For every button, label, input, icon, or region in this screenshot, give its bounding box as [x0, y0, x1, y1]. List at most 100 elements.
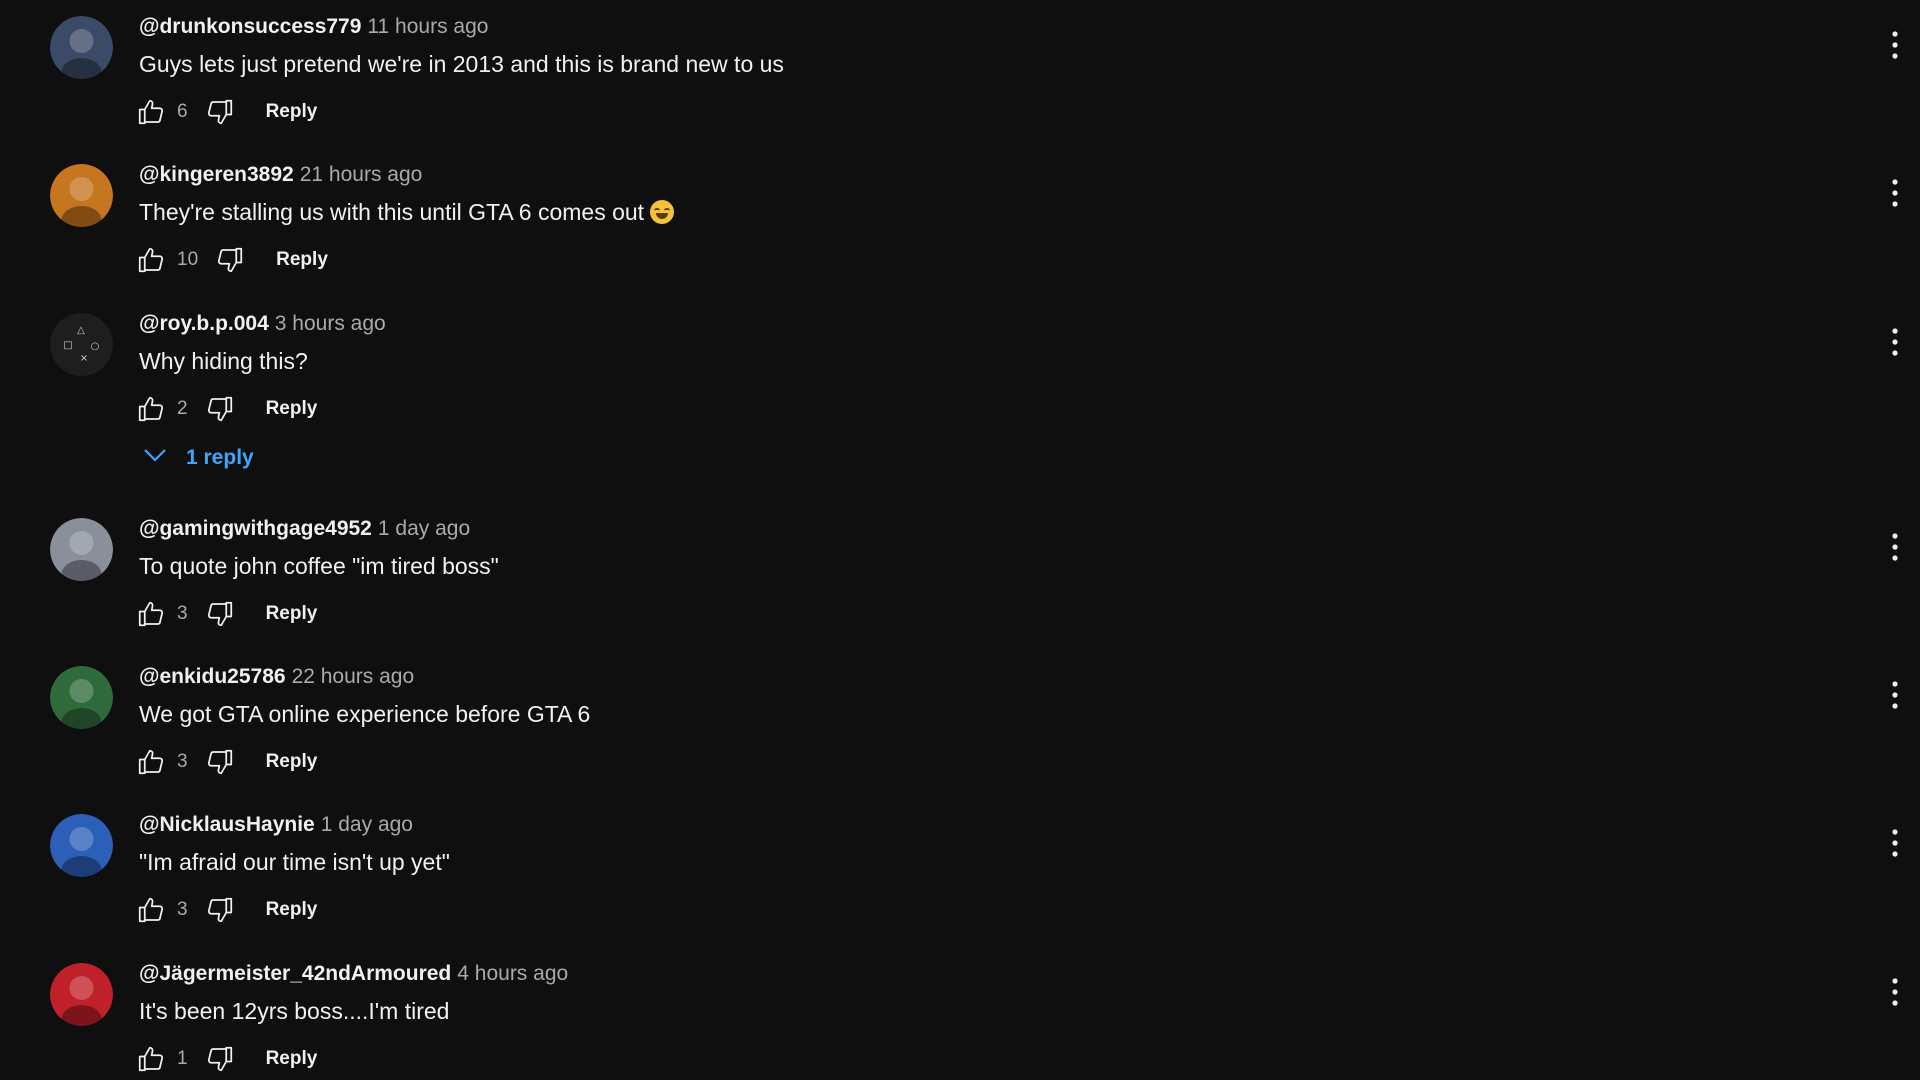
comment-author[interactable]: @kingeren3892 — [139, 163, 294, 186]
more-vertical-icon[interactable] — [1880, 22, 1910, 68]
comment-text-content: "Im afraid our time isn't up yet" — [139, 849, 450, 875]
avatar[interactable] — [50, 16, 113, 79]
comment-author[interactable]: @gamingwithgage4952 — [139, 517, 372, 540]
comment-text: It's been 12yrs boss....I'm tired — [139, 997, 449, 1025]
comments-list: @drunkonsuccess779 11 hours ago Guys lets … — [0, 0, 1920, 1080]
comment-toolbar: 1 Reply — [133, 1042, 317, 1076]
reply-button[interactable]: Reply — [266, 398, 318, 420]
thumbs-down-icon[interactable] — [202, 1042, 238, 1076]
avatar[interactable] — [50, 814, 113, 877]
like-count: 2 — [177, 398, 188, 419]
comment-header: @kingeren3892 21 hours ago — [139, 162, 422, 188]
reply-button[interactable]: Reply — [276, 249, 328, 271]
like-count: 10 — [177, 249, 199, 270]
reply-button[interactable]: Reply — [266, 603, 318, 625]
thumbs-up-icon[interactable] — [133, 893, 169, 927]
comment-timestamp[interactable]: 4 hours ago — [457, 962, 568, 985]
more-vertical-icon[interactable] — [1880, 319, 1910, 365]
comment-author[interactable]: @enkidu25786 — [139, 665, 286, 688]
like-count: 3 — [177, 899, 188, 920]
like-count: 3 — [177, 751, 188, 772]
comment-toolbar: 3 Reply — [133, 597, 317, 631]
comment-toolbar: 6 Reply — [133, 95, 317, 129]
avatar[interactable] — [50, 164, 113, 227]
comment-item: @drunkonsuccess779 11 hours ago Guys lets … — [0, 0, 1920, 140]
reply-button[interactable]: Reply — [266, 751, 318, 773]
comment-author[interactable]: @drunkonsuccess779 — [139, 15, 361, 38]
comment-header: @Jägermeister_42ndArmoured 4 hours ago — [139, 961, 568, 987]
comment-text-content: Why hiding this? — [139, 348, 308, 374]
reply-button[interactable]: Reply — [266, 101, 318, 123]
comment-timestamp[interactable]: 22 hours ago — [292, 665, 415, 688]
comment-text: To quote john coffee "im tired boss" — [139, 552, 499, 580]
comment-timestamp[interactable]: 1 day ago — [321, 813, 413, 836]
more-vertical-icon[interactable] — [1880, 820, 1910, 866]
comment-timestamp[interactable]: 21 hours ago — [300, 163, 423, 186]
comment-text-content: They're stalling us with this until GTA … — [139, 199, 645, 225]
thumbs-down-icon[interactable] — [202, 893, 238, 927]
like-count: 6 — [177, 101, 188, 122]
comment-author[interactable]: @NicklausHaynie — [139, 813, 315, 836]
comment-header: @gamingwithgage4952 1 day ago — [139, 516, 470, 542]
comment-item: @kingeren3892 21 hours ago They're stallin… — [0, 148, 1920, 288]
like-count: 1 — [177, 1048, 188, 1069]
avatar[interactable] — [50, 963, 113, 1026]
svg-text:□: □ — [63, 340, 72, 351]
chevron-down-icon — [142, 445, 186, 471]
comment-text-content: Guys lets just pretend we're in 2013 and… — [139, 51, 784, 77]
laughing-emoji-icon — [650, 200, 675, 224]
svg-text:△: △ — [77, 325, 85, 336]
comment-author[interactable]: @roy.b.p.004 — [139, 312, 269, 335]
thumbs-up-icon[interactable] — [133, 1042, 169, 1076]
thumbs-down-icon[interactable] — [202, 745, 238, 779]
reply-button[interactable]: Reply — [266, 899, 318, 921]
thumbs-up-icon[interactable] — [133, 243, 169, 277]
avatar[interactable] — [50, 666, 113, 729]
comment-text-content: To quote john coffee "im tired boss" — [139, 553, 499, 579]
comment-item: △ □ ○ × @roy.b.p.004 3 hours ago Why hiding th… — [0, 297, 1920, 437]
comment-item: @Jägermeister_42ndArmoured 4 hours ago It'… — [0, 947, 1920, 1080]
svg-text:○: ○ — [91, 341, 100, 352]
comment-timestamp[interactable]: 1 day ago — [378, 517, 470, 540]
thumbs-up-icon[interactable] — [133, 392, 169, 426]
comment-toolbar: 3 Reply — [133, 893, 317, 927]
more-vertical-icon[interactable] — [1880, 524, 1910, 570]
thumbs-down-icon[interactable] — [202, 597, 238, 631]
comment-timestamp[interactable]: 11 hours ago — [367, 15, 488, 38]
comment-toolbar: 3 Reply — [133, 745, 317, 779]
more-vertical-icon[interactable] — [1880, 170, 1910, 216]
thumbs-up-icon[interactable] — [133, 597, 169, 631]
comment-header: @drunkonsuccess779 11 hours ago — [139, 14, 488, 40]
comment-text: "Im afraid our time isn't up yet" — [139, 848, 450, 876]
more-vertical-icon[interactable] — [1880, 672, 1910, 718]
comment-text: We got GTA online experience before GTA … — [139, 700, 590, 728]
more-vertical-icon[interactable] — [1880, 969, 1910, 1015]
comment-toolbar: 2 Reply — [133, 392, 317, 426]
like-count: 3 — [177, 603, 188, 624]
reply-button[interactable]: Reply — [266, 1048, 318, 1070]
comment-item: @enkidu25786 22 hours ago We got GTA onlin… — [0, 650, 1920, 790]
thumbs-down-icon[interactable] — [212, 243, 248, 277]
svg-text:×: × — [80, 353, 88, 364]
comment-header: @NicklausHaynie 1 day ago — [139, 812, 413, 838]
comment-toolbar: 10 Reply — [133, 243, 328, 277]
avatar[interactable]: △ □ ○ × — [50, 313, 113, 376]
comment-text: They're stalling us with this until GTA … — [139, 198, 675, 226]
comment-timestamp[interactable]: 3 hours ago — [275, 312, 386, 335]
thumbs-up-icon[interactable] — [133, 95, 169, 129]
comment-item: @NicklausHaynie 1 day ago "Im afraid our t… — [0, 798, 1920, 938]
thumbs-up-icon[interactable] — [133, 745, 169, 779]
comment-header: @roy.b.p.004 3 hours ago — [139, 311, 386, 337]
comment-text-content: It's been 12yrs boss....I'm tired — [139, 998, 450, 1024]
comment-item: @gamingwithgage4952 1 day ago To quote joh… — [0, 502, 1920, 642]
replies-count-label: 1 reply — [186, 446, 254, 469]
comment-text: Guys lets just pretend we're in 2013 and… — [139, 50, 784, 78]
comment-text-content: We got GTA online experience before GTA … — [139, 701, 591, 727]
comment-text: Why hiding this? — [139, 347, 308, 375]
comment-author[interactable]: @Jägermeister_42ndArmoured — [139, 962, 451, 985]
comment-header: @enkidu25786 22 hours ago — [139, 664, 414, 690]
avatar[interactable] — [50, 518, 113, 581]
thumbs-down-icon[interactable] — [202, 392, 238, 426]
view-replies-button[interactable]: 1 reply — [142, 445, 254, 471]
thumbs-down-icon[interactable] — [202, 95, 238, 129]
